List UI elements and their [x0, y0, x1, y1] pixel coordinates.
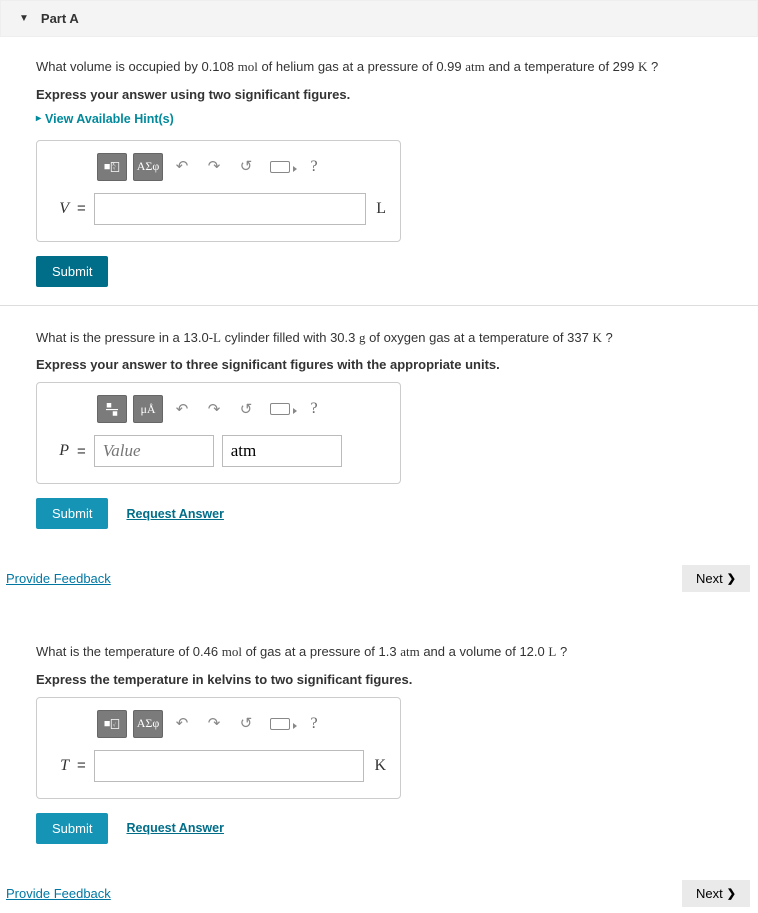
variable-p: P	[51, 442, 69, 460]
footer-row-2: Provide Feedback Next	[0, 874, 758, 913]
part-c-question: What is the temperature of 0.46 mol of g…	[36, 642, 722, 662]
keyboard-button[interactable]	[265, 153, 295, 181]
part-a-input-row: V = L	[51, 193, 386, 225]
reset-button[interactable]: ↺	[233, 710, 259, 738]
part-c-submit-button[interactable]: Submit	[36, 813, 108, 844]
keyboard-button[interactable]	[265, 395, 295, 423]
keyboard-icon	[270, 403, 290, 415]
help-button[interactable]: ?	[301, 710, 327, 738]
units-button[interactable]: μÅ	[133, 395, 163, 423]
divider	[0, 305, 758, 306]
part-c-answer-input[interactable]	[94, 750, 365, 782]
svg-text:√: √	[113, 721, 116, 728]
undo-button[interactable]: ↶	[169, 395, 195, 423]
undo-button[interactable]: ↶	[169, 710, 195, 738]
variable-v: V	[51, 200, 69, 218]
template-picker-button[interactable]: x√	[97, 153, 127, 181]
part-b-input-row: P =	[51, 435, 386, 467]
part-b-value-input[interactable]	[94, 435, 214, 467]
unit-liters: L	[374, 200, 386, 218]
equals-sign: =	[77, 200, 86, 217]
caret-down-icon: ▼	[19, 13, 29, 24]
part-a-instruction: Express your answer using two significan…	[36, 87, 722, 102]
part-c-toolbar: √ ΑΣφ ↶ ↷ ↺ ?	[97, 710, 386, 738]
part-b-question: What is the pressure in a 13.0-L cylinde…	[36, 328, 722, 348]
equals-sign: =	[77, 443, 86, 460]
part-b-unit-input[interactable]	[222, 435, 342, 467]
unit-kelvin: K	[372, 757, 386, 775]
part-c-request-answer-link[interactable]: Request Answer	[126, 821, 223, 835]
part-a-toolbar: x√ ΑΣφ ↶ ↷ ↺ ?	[97, 153, 386, 181]
greek-symbols-button[interactable]: ΑΣφ	[133, 710, 163, 738]
view-hints-link[interactable]: View Available Hint(s)	[36, 112, 722, 126]
part-b-request-answer-link[interactable]: Request Answer	[126, 507, 223, 521]
next-button[interactable]: Next	[682, 880, 750, 907]
redo-button[interactable]: ↷	[201, 710, 227, 738]
next-button[interactable]: Next	[682, 565, 750, 592]
provide-feedback-link[interactable]: Provide Feedback	[6, 571, 111, 586]
part-c-answer-box: √ ΑΣφ ↶ ↷ ↺ ? T = K	[36, 697, 401, 799]
part-b-toolbar: μÅ ↶ ↷ ↺ ?	[97, 395, 386, 423]
part-a-header[interactable]: ▼ Part A	[0, 0, 758, 37]
footer-row-1: Provide Feedback Next	[0, 559, 758, 598]
greek-symbols-button[interactable]: ΑΣφ	[133, 153, 163, 181]
provide-feedback-link[interactable]: Provide Feedback	[6, 886, 111, 901]
template-picker-button[interactable]: √	[97, 710, 127, 738]
part-a-title: Part A	[41, 11, 79, 26]
redo-button[interactable]: ↷	[201, 395, 227, 423]
equals-sign: =	[77, 757, 86, 774]
part-a-question: What volume is occupied by 0.108 mol of …	[36, 57, 722, 77]
part-b-content: What is the pressure in a 13.0-L cylinde…	[0, 324, 758, 530]
part-b-submit-button[interactable]: Submit	[36, 498, 108, 529]
variable-t: T	[51, 757, 69, 775]
part-a-submit-button[interactable]: Submit	[36, 256, 108, 287]
undo-button[interactable]: ↶	[169, 153, 195, 181]
part-b-instruction: Express your answer to three significant…	[36, 357, 722, 372]
part-c-input-row: T = K	[51, 750, 386, 782]
reset-button[interactable]: ↺	[233, 395, 259, 423]
svg-text:√: √	[113, 164, 116, 171]
part-c-instruction: Express the temperature in kelvins to tw…	[36, 672, 722, 687]
template-icon: √	[103, 715, 121, 733]
part-a-content: What volume is occupied by 0.108 mol of …	[0, 53, 758, 287]
part-a-answer-box: x√ ΑΣφ ↶ ↷ ↺ ? V = L	[36, 140, 401, 242]
help-button[interactable]: ?	[301, 153, 327, 181]
part-a-answer-input[interactable]	[94, 193, 366, 225]
keyboard-icon	[270, 718, 290, 730]
reset-button[interactable]: ↺	[233, 153, 259, 181]
keyboard-button[interactable]	[265, 710, 295, 738]
redo-button[interactable]: ↷	[201, 153, 227, 181]
part-b-answer-box: μÅ ↶ ↷ ↺ ? P =	[36, 382, 401, 484]
fraction-icon	[103, 400, 121, 418]
template-icon: x√	[103, 158, 121, 176]
help-button[interactable]: ?	[301, 395, 327, 423]
keyboard-icon	[270, 161, 290, 173]
fraction-button[interactable]	[97, 395, 127, 423]
part-c-content: What is the temperature of 0.46 mol of g…	[0, 638, 758, 844]
